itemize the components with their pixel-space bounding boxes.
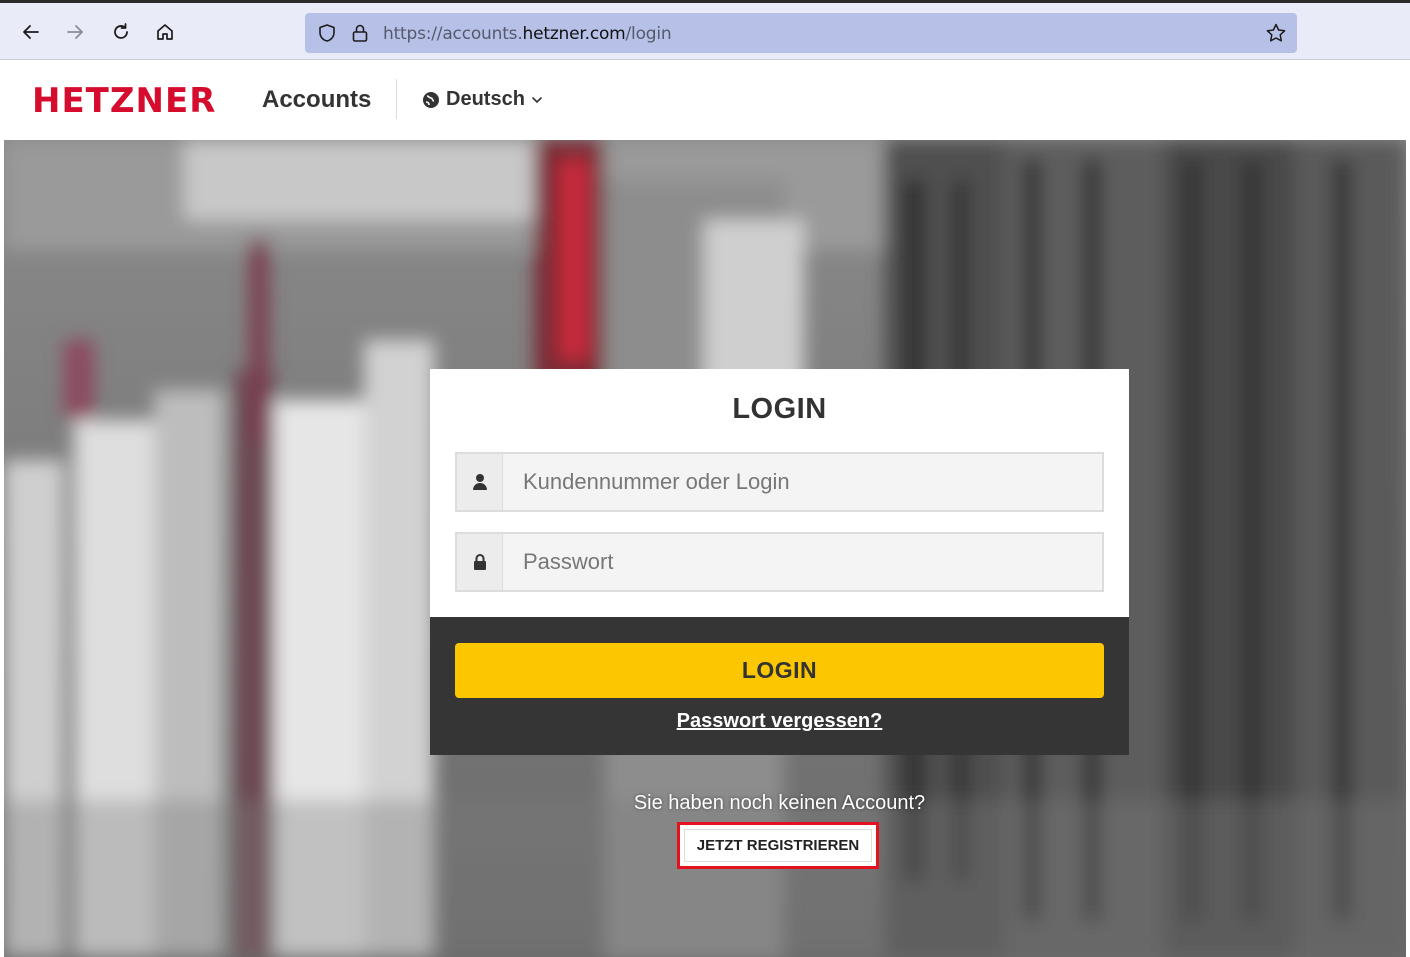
arrow-left-icon — [23, 25, 39, 39]
password-addon — [457, 534, 503, 590]
site-header: HETZNER Accounts Deutsch — [4, 61, 1406, 140]
header-divider — [396, 79, 397, 119]
app-title: Accounts — [262, 86, 372, 113]
login-card-actions: LOGIN Passwort vergessen? — [430, 617, 1129, 755]
url-text[interactable]: https://accounts.hetzner.com/login — [383, 24, 672, 44]
no-account-text: Sie haben noch keinen Account? — [633, 792, 926, 814]
shield-icon[interactable] — [317, 23, 337, 43]
login-button[interactable]: LOGIN — [455, 643, 1104, 698]
globe-icon — [423, 91, 439, 108]
lock-icon — [473, 554, 486, 570]
back-button[interactable] — [16, 17, 46, 47]
forgot-password-link[interactable]: Passwort vergessen? — [430, 710, 1129, 733]
lock-icon[interactable] — [351, 23, 369, 43]
hetzner-logo[interactable]: HETZNER — [32, 83, 216, 119]
login-title: LOGIN — [732, 393, 827, 425]
arrow-right-icon — [67, 25, 83, 39]
url-host: hetzner.com — [522, 24, 626, 44]
password-field[interactable] — [455, 532, 1104, 592]
reload-button[interactable] — [106, 17, 136, 47]
username-addon — [457, 454, 503, 510]
reload-icon — [114, 23, 128, 39]
url-prefix: https://accounts. — [383, 24, 523, 44]
username-field[interactable] — [455, 452, 1104, 512]
url-path: /login — [625, 24, 672, 44]
language-label: Deutsch — [446, 88, 525, 110]
forward-button[interactable] — [60, 17, 90, 47]
browser-toolbar: https://accounts.hetzner.com/login — [0, 0, 1410, 60]
bookmark-star-icon[interactable] — [1265, 22, 1287, 44]
login-card: LOGIN LOGIN Passwort vergessen? — [430, 369, 1129, 755]
home-button[interactable] — [150, 17, 180, 47]
language-selector[interactable]: Deutsch — [422, 88, 543, 111]
register-highlight: JETZT REGISTRIEREN — [677, 822, 879, 869]
home-icon — [157, 24, 173, 40]
login-card-form: LOGIN — [430, 369, 1129, 617]
username-input[interactable] — [503, 454, 1102, 510]
address-bar[interactable]: https://accounts.hetzner.com/login — [305, 13, 1297, 53]
chevron-down-icon — [532, 96, 542, 103]
user-icon — [472, 474, 487, 490]
password-input[interactable] — [503, 534, 1102, 590]
register-button[interactable]: JETZT REGISTRIEREN — [684, 829, 872, 862]
